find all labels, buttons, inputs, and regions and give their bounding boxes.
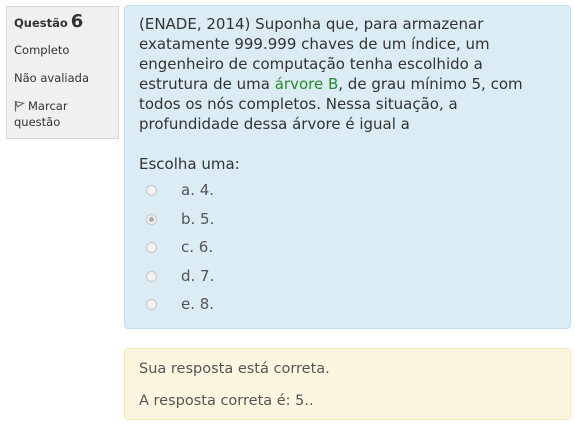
question-info-panel: Questão 6 Completo Não avaliada Marcar qu…: [6, 6, 119, 139]
feedback-correct-message: Sua resposta está correta.: [139, 361, 330, 377]
question-text: (ENADE, 2014) Suponha que, para armazena…: [139, 14, 556, 134]
answer-option-d[interactable]: d. 7.: [139, 264, 556, 293]
option-label: d. 7.: [181, 266, 215, 285]
question-status: Completo: [14, 43, 70, 57]
option-label: e. 8.: [181, 295, 215, 314]
radio-button-selected[interactable]: [146, 213, 157, 225]
radio-button[interactable]: [146, 185, 157, 196]
question-label: Questão: [14, 16, 68, 30]
radio-button[interactable]: [146, 299, 157, 311]
question-content: (ENADE, 2014) Suponha que, para armazena…: [124, 5, 571, 329]
flag-label-1: Marcar: [28, 99, 68, 113]
glossary-link-arvore-b[interactable]: árvore B: [275, 75, 339, 93]
flag-question-link[interactable]: Marcar questão: [14, 98, 111, 130]
question-number: 6: [70, 11, 84, 32]
answer-options: a. 4. b. 5. c. 6. d. 7. e. 8.: [139, 178, 556, 321]
option-label: b. 5.: [181, 209, 215, 228]
radio-button[interactable]: [146, 270, 157, 282]
feedback-panel: Sua resposta está correta. A resposta co…: [124, 348, 571, 420]
radio-button[interactable]: [146, 242, 157, 254]
feedback-correct-answer: A resposta correta é: 5..: [139, 393, 314, 409]
answer-prompt: Escolha uma:: [139, 155, 240, 173]
option-label: c. 6.: [181, 238, 214, 257]
option-label: a. 4.: [181, 181, 215, 199]
answer-option-a[interactable]: a. 4.: [139, 178, 556, 207]
flag-label-2: questão: [14, 115, 61, 129]
answer-option-e[interactable]: e. 8.: [139, 292, 556, 321]
flag-icon: [14, 100, 25, 112]
answer-option-c[interactable]: c. 6.: [139, 235, 556, 264]
question-number-heading: Questão 6: [14, 11, 111, 32]
question-grade: Não avaliada: [14, 71, 90, 85]
answer-option-b[interactable]: b. 5.: [139, 207, 556, 236]
